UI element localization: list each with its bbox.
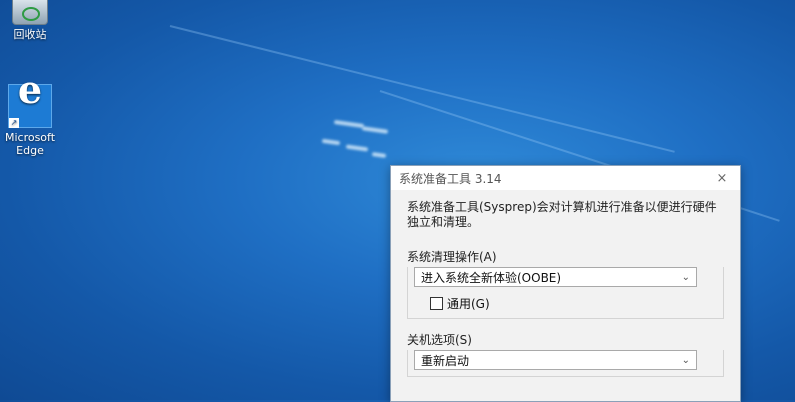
dialog-title: 系统准备工具 3.14: [399, 171, 502, 186]
sysprep-dialog: 系统准备工具 3.14 × 系统准备工具(Sysprep)会对计算机进行准备以便…: [390, 165, 741, 402]
dialog-titlebar[interactable]: 系统准备工具 3.14 ×: [391, 166, 740, 190]
dialog-description: 系统准备工具(Sysprep)会对计算机进行准备以便进行硬件独立和清理。: [407, 200, 717, 229]
desktop-icon-label: Microsoft Edge: [4, 131, 56, 157]
recycle-bin-icon: [12, 0, 48, 25]
shutdown-options-label: 关机选项(S): [407, 333, 472, 347]
chevron-down-icon: ⌄: [681, 354, 690, 366]
light-streak: [345, 144, 369, 152]
desktop-icon-edge[interactable]: e ↗ Microsoft Edge: [0, 71, 60, 158]
light-streak: [371, 152, 387, 158]
shutdown-options-select[interactable]: 重新启动 ⌄: [414, 350, 697, 370]
dialog-content: 系统准备工具(Sysprep)会对计算机进行准备以便进行硬件独立和清理。 系统清…: [391, 190, 740, 399]
desktop-icon-recycle-bin[interactable]: 回收站: [0, 0, 60, 41]
cleanup-action-group: 进入系统全新体验(OOBE) ⌄ 通用(G): [407, 267, 724, 319]
light-streak: [321, 138, 341, 146]
shutdown-options-value: 重新启动: [421, 353, 470, 368]
cleanup-action-value: 进入系统全新体验(OOBE): [421, 270, 562, 285]
close-button[interactable]: ×: [712, 171, 732, 186]
light-streak: [333, 119, 365, 129]
light-ray: [169, 25, 675, 153]
cleanup-action-label: 系统清理操作(A): [407, 250, 497, 264]
shutdown-options-group: 重新启动 ⌄: [407, 350, 724, 377]
shortcut-arrow-icon: ↗: [9, 118, 19, 128]
cleanup-action-select[interactable]: 进入系统全新体验(OOBE) ⌄: [414, 267, 697, 287]
chevron-down-icon: ⌄: [681, 271, 690, 283]
light-streak: [361, 126, 389, 134]
edge-icon: e ↗: [8, 71, 52, 128]
generalize-checkbox-label: 通用(G): [447, 297, 490, 311]
desktop-icon-label: 回收站: [13, 28, 47, 41]
generalize-checkbox[interactable]: [430, 297, 443, 310]
generalize-option[interactable]: 通用(G): [430, 295, 723, 312]
